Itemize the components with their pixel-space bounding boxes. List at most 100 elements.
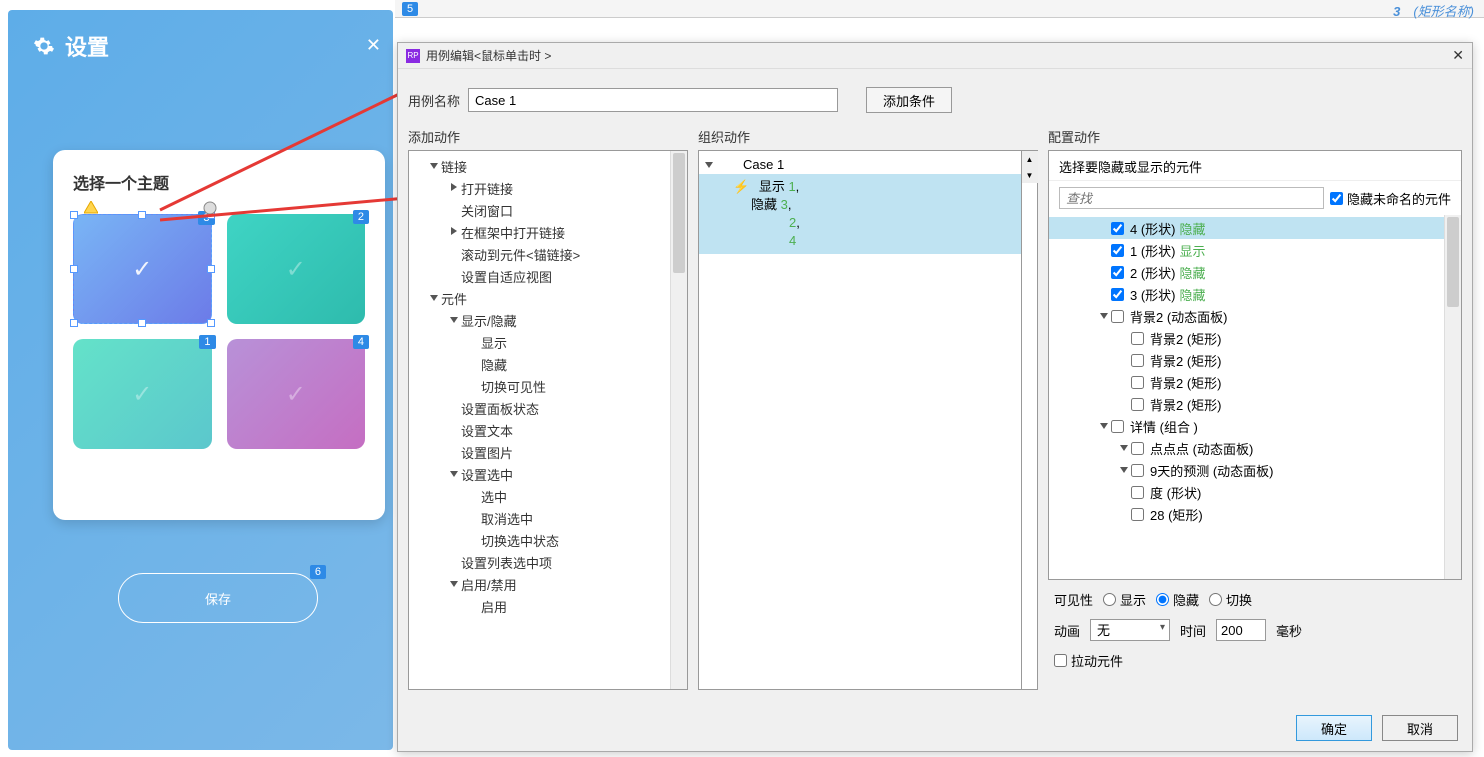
configure-tree-item[interactable]: 9天的预测 (动态面板)	[1049, 459, 1444, 481]
theme-tile-1[interactable]: 3 ✓	[73, 214, 212, 324]
item-checkbox[interactable]	[1131, 508, 1144, 521]
action-tree-item[interactable]: 启用	[409, 595, 670, 617]
configure-tree-item[interactable]: 3 (形状)隐藏	[1049, 283, 1444, 305]
item-checkbox[interactable]	[1131, 376, 1144, 389]
vis-hide-radio[interactable]: 隐藏	[1156, 590, 1199, 609]
configure-tree-item[interactable]: 28 (矩形)	[1049, 503, 1444, 525]
settings-title: 设置	[65, 30, 109, 62]
item-checkbox[interactable]	[1131, 442, 1144, 455]
item-checkbox[interactable]	[1111, 420, 1124, 433]
header-add-action: 添加动作	[408, 127, 698, 146]
time-input[interactable]	[1216, 619, 1266, 641]
settings-close-icon[interactable]: ✕	[366, 35, 381, 56]
case-name-input[interactable]	[468, 88, 838, 112]
action-tree-item[interactable]: 设置自适应视图	[409, 265, 670, 287]
action-tree-item[interactable]: 隐藏	[409, 353, 670, 375]
action-tree-item[interactable]: 滚动到元件<锚链接>	[409, 243, 670, 265]
theme-tile-3[interactable]: 1 ✓	[73, 339, 212, 449]
configure-tree-item[interactable]: 背景2 (矩形)	[1049, 349, 1444, 371]
configure-tree[interactable]: 4 (形状)隐藏1 (形状)显示2 (形状)隐藏3 (形状)隐藏背景2 (动态面…	[1049, 215, 1444, 579]
item-checkbox[interactable]	[1131, 332, 1144, 345]
item-checkbox[interactable]	[1131, 486, 1144, 499]
configure-tree-item[interactable]: 4 (形状)隐藏	[1049, 217, 1444, 239]
theme-grid: 3 ✓ 2 ✓ 1 ✓ 4 ✓	[73, 214, 365, 449]
anim-label: 动画	[1054, 621, 1080, 640]
gear-icon	[33, 35, 55, 57]
action-tree-item[interactable]: 设置图片	[409, 441, 670, 463]
action-tree-item[interactable]: 在框架中打开链接	[409, 221, 670, 243]
item-checkbox[interactable]	[1111, 222, 1124, 235]
case-block: Case 1 ⚡ 显示 1, 隐藏 3, 2, 4	[699, 151, 1021, 258]
action-tree-item[interactable]: 关闭窗口	[409, 199, 670, 221]
configure-tree-item[interactable]: 详情 (组合 )	[1049, 415, 1444, 437]
settings-header: 设置	[8, 10, 393, 82]
configure-tree-item[interactable]: 2 (形状)隐藏	[1049, 261, 1444, 283]
animation-row: 动画 无 时间 毫秒	[1054, 619, 1456, 641]
add-condition-button[interactable]: 添加条件	[866, 87, 952, 113]
organize-panel: Case 1 ⚡ 显示 1, 隐藏 3, 2, 4 ▲ ▼	[698, 150, 1038, 690]
cancel-button[interactable]: 取消	[1382, 715, 1458, 741]
configure-tree-item[interactable]: 1 (形状)显示	[1049, 239, 1444, 261]
configure-panel: 选择要隐藏或显示的元件 隐藏未命名的元件 4 (形状)隐藏1 (形状)显示2 (…	[1048, 150, 1462, 580]
action-tree-item[interactable]: 切换选中状态	[409, 529, 670, 551]
time-unit: 毫秒	[1276, 621, 1302, 640]
ok-button[interactable]: 确定	[1296, 715, 1372, 741]
case-editor-dialog: RP 用例编辑<鼠标单击时 > ✕ 用例名称 添加条件 添加动作 组织动作 配置…	[397, 42, 1473, 752]
item-checkbox[interactable]	[1111, 288, 1124, 301]
action-tree-item[interactable]: 切换可见性	[409, 375, 670, 397]
theme-tile-2[interactable]: 2 ✓	[227, 214, 366, 324]
actions-scrollbar[interactable]	[670, 151, 687, 689]
anim-select[interactable]: 无	[1090, 619, 1170, 641]
configure-tree-item[interactable]: 背景2 (矩形)	[1049, 327, 1444, 349]
dialog-title: 用例编辑<鼠标单击时 >	[426, 47, 551, 64]
item-checkbox[interactable]	[1111, 266, 1124, 279]
panel-badge-5: 5	[402, 2, 418, 16]
check-icon: ✓	[286, 380, 306, 409]
close-icon[interactable]: ✕	[1452, 47, 1464, 64]
item-checkbox[interactable]	[1131, 354, 1144, 367]
search-input[interactable]	[1059, 187, 1324, 209]
item-checkbox[interactable]	[1111, 310, 1124, 323]
check-icon: ✓	[286, 255, 306, 284]
case-header[interactable]: Case 1	[699, 155, 1021, 174]
move-up-button[interactable]: ▲	[1022, 151, 1038, 167]
item-checkbox[interactable]	[1131, 398, 1144, 411]
action-tree-item[interactable]: 设置选中	[409, 463, 670, 485]
drag-chk[interactable]	[1054, 654, 1067, 667]
save-button[interactable]: 保存	[118, 573, 318, 623]
configure-tree-item[interactable]: 点点点 (动态面板)	[1049, 437, 1444, 459]
actions-tree[interactable]: 链接打开链接关闭窗口在框架中打开链接滚动到元件<锚链接>设置自适应视图元件显示/…	[409, 151, 670, 689]
configure-tree-item[interactable]: 度 (形状)	[1049, 481, 1444, 503]
hide-unnamed-checkbox[interactable]: 隐藏未命名的元件	[1330, 189, 1451, 208]
vis-toggle-radio[interactable]: 切换	[1209, 590, 1252, 609]
configure-tree-item[interactable]: 背景2 (矩形)	[1049, 371, 1444, 393]
configure-scrollbar[interactable]	[1444, 215, 1461, 579]
configure-tree-item[interactable]: 背景2 (矩形)	[1049, 393, 1444, 415]
item-checkbox[interactable]	[1131, 464, 1144, 477]
action-row[interactable]: ⚡ 显示 1, 隐藏 3, 2, 4	[699, 174, 1021, 254]
action-tree-item[interactable]: 取消选中	[409, 507, 670, 529]
header-organize-action: 组织动作	[698, 127, 1048, 146]
triangle-marker	[84, 201, 98, 215]
drag-checkbox[interactable]: 拉动元件	[1054, 651, 1123, 670]
action-tree-item[interactable]: 链接	[409, 155, 670, 177]
settings-panel: 5 设置 ✕ 选择一个主题 3 ✓ 2 ✓ 1 ✓	[8, 10, 393, 750]
item-checkbox[interactable]	[1111, 244, 1124, 257]
configure-tree-item[interactable]: 背景2 (动态面板)	[1049, 305, 1444, 327]
action-tree-item[interactable]: 设置列表选中项	[409, 551, 670, 573]
theme-tile-4[interactable]: 4 ✓	[227, 339, 366, 449]
action-tree-item[interactable]: 显示/隐藏	[409, 309, 670, 331]
action-tree-item[interactable]: 设置面板状态	[409, 397, 670, 419]
action-tree-item[interactable]: 启用/禁用	[409, 573, 670, 595]
move-down-button[interactable]: ▼	[1022, 167, 1038, 183]
action-tree-item[interactable]: 选中	[409, 485, 670, 507]
tile-badge: 4	[353, 335, 369, 349]
vis-show-radio[interactable]: 显示	[1103, 590, 1146, 609]
action-tree-item[interactable]: 显示	[409, 331, 670, 353]
action-tree-item[interactable]: 元件	[409, 287, 670, 309]
action-tree-item[interactable]: 设置文本	[409, 419, 670, 441]
hide-unnamed-chk[interactable]	[1330, 192, 1343, 205]
theme-title: 选择一个主题	[73, 170, 365, 194]
tile-badge: 1	[199, 335, 215, 349]
action-tree-item[interactable]: 打开链接	[409, 177, 670, 199]
